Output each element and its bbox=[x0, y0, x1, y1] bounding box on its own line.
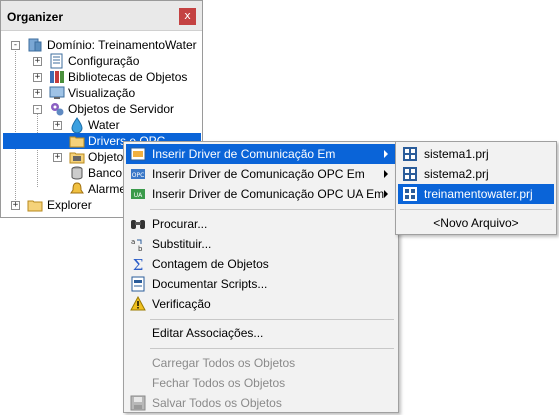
expand-toggle[interactable]: + bbox=[33, 89, 42, 98]
close-button[interactable]: x bbox=[179, 8, 196, 25]
expand-toggle[interactable]: + bbox=[33, 73, 42, 82]
tree-item-label: Visualização bbox=[68, 86, 136, 100]
opc-ua-icon: UA bbox=[131, 189, 145, 199]
project-icon bbox=[403, 167, 417, 181]
tree-item-label: Configuração bbox=[68, 54, 140, 68]
submenu-item-novo-arquivo[interactable]: <Novo Arquivo> bbox=[398, 213, 554, 233]
tree-item-water[interactable]: + Water bbox=[1, 117, 202, 133]
folder-icon bbox=[69, 136, 85, 148]
submenu-item-treinamentowater[interactable]: treinamentowater.prj bbox=[398, 184, 554, 204]
expand-toggle[interactable]: + bbox=[53, 153, 62, 162]
menu-separator bbox=[400, 209, 552, 210]
tree-item-label: Water bbox=[88, 118, 120, 132]
menu-item-label: Documentar Scripts... bbox=[152, 277, 268, 291]
svg-text:b: b bbox=[138, 245, 143, 252]
water-drop-icon bbox=[71, 117, 83, 133]
tree-item-label: Domínio: TreinamentoWater bbox=[47, 38, 197, 52]
context-menu: Inserir Driver de Comunicação Em OPC Ins… bbox=[123, 141, 399, 413]
expand-toggle[interactable]: + bbox=[11, 201, 20, 210]
menu-item-insert-driver-opc[interactable]: OPC Inserir Driver de Comunicação OPC Em bbox=[126, 164, 396, 184]
menu-separator bbox=[150, 348, 394, 349]
menu-item-fechar-todos: Fechar Todos os Objetos bbox=[126, 373, 396, 393]
menu-item-label: Fechar Todos os Objetos bbox=[152, 376, 286, 390]
tree-item-visualizacao[interactable]: + Visualização bbox=[1, 85, 202, 101]
save-icon bbox=[130, 395, 146, 411]
binoculars-icon bbox=[131, 220, 145, 229]
submenu-item-sistema1[interactable]: sistema1.prj bbox=[398, 144, 554, 164]
svg-text:Σ: Σ bbox=[133, 256, 144, 272]
menu-separator bbox=[150, 209, 394, 210]
domain-icon bbox=[28, 38, 42, 52]
display-icon bbox=[49, 86, 65, 99]
menu-item-label: Inserir Driver de Comunicação Em bbox=[152, 147, 336, 161]
menu-item-procurar[interactable]: Procurar... bbox=[126, 214, 396, 234]
opc-icon: OPC bbox=[131, 169, 145, 179]
gears-icon bbox=[51, 103, 64, 116]
menu-item-substituir[interactable]: ab Substituir... bbox=[126, 234, 396, 254]
project-submenu: sistema1.prj sistema2.prj treinamentowat… bbox=[395, 141, 557, 235]
submenu-item-sistema2[interactable]: sistema2.prj bbox=[398, 164, 554, 184]
menu-item-editar-associacoes[interactable]: Editar Associações... bbox=[126, 323, 396, 343]
collapse-toggle[interactable]: - bbox=[11, 41, 20, 50]
document-scripts-icon bbox=[131, 276, 145, 292]
submenu-arrow-icon bbox=[384, 170, 388, 178]
submenu-arrow-icon bbox=[384, 150, 388, 158]
collapse-toggle[interactable]: - bbox=[33, 105, 42, 114]
project-icon bbox=[403, 147, 417, 161]
tree-item-label: Explorer bbox=[47, 198, 92, 212]
project-icon bbox=[403, 187, 417, 201]
menu-item-label: Contagem de Objetos bbox=[152, 257, 269, 271]
database-folder-icon bbox=[69, 152, 85, 164]
warning-icon bbox=[130, 296, 146, 311]
svg-text:OPC: OPC bbox=[132, 172, 145, 179]
menu-item-insert-driver[interactable]: Inserir Driver de Comunicação Em bbox=[126, 144, 396, 164]
organizer-title-bar: Organizer x bbox=[1, 1, 202, 31]
tree-item-objetos-servidor[interactable]: - Objetos de Servidor bbox=[1, 101, 202, 117]
menu-item-carregar-todos: Carregar Todos os Objetos bbox=[126, 353, 396, 373]
submenu-item-label: sistema2.prj bbox=[424, 167, 489, 181]
menu-item-label: Verificação bbox=[152, 297, 211, 311]
expand-toggle[interactable]: + bbox=[53, 121, 62, 130]
tree-item-label: Objetos de Servidor bbox=[68, 102, 175, 116]
tree-item-bibliotecas[interactable]: + Bibliotecas de Objetos bbox=[1, 69, 202, 85]
tree-item-configuracao[interactable]: + Configuração bbox=[1, 53, 202, 69]
menu-item-label: Salvar Todos os Objetos bbox=[152, 396, 282, 410]
menu-item-label: Substituir... bbox=[152, 237, 212, 251]
svg-text:UA: UA bbox=[134, 192, 143, 199]
menu-item-documentar[interactable]: Documentar Scripts... bbox=[126, 274, 396, 294]
submenu-item-label: treinamentowater.prj bbox=[424, 187, 533, 201]
config-icon bbox=[50, 53, 63, 69]
submenu-item-label: <Novo Arquivo> bbox=[433, 216, 519, 230]
submenu-item-label: sistema1.prj bbox=[424, 147, 489, 161]
folder-icon bbox=[27, 200, 43, 212]
menu-item-label: Inserir Driver de Comunicação OPC UA Em bbox=[152, 187, 385, 201]
menu-item-label: Procurar... bbox=[152, 217, 208, 231]
driver-icon bbox=[130, 147, 146, 161]
menu-item-verificacao[interactable]: Verificação bbox=[126, 294, 396, 314]
submenu-arrow-icon bbox=[384, 190, 388, 198]
menu-item-salvar-todos: Salvar Todos os Objetos bbox=[126, 393, 396, 413]
database-icon bbox=[71, 166, 83, 180]
tree-item-dominio[interactable]: - Domínio: TreinamentoWater bbox=[1, 37, 202, 53]
menu-item-contagem[interactable]: Σ Contagem de Objetos bbox=[126, 254, 396, 274]
menu-item-label: Inserir Driver de Comunicação OPC Em bbox=[152, 167, 365, 181]
menu-item-insert-driver-opc-ua[interactable]: UA Inserir Driver de Comunicação OPC UA … bbox=[126, 184, 396, 204]
sigma-icon: Σ bbox=[133, 256, 144, 272]
menu-item-label: Editar Associações... bbox=[152, 326, 264, 340]
svg-text:a: a bbox=[131, 238, 135, 246]
replace-icon: ab bbox=[131, 238, 143, 252]
menu-item-label: Carregar Todos os Objetos bbox=[152, 356, 296, 370]
tree-item-label: Bibliotecas de Objetos bbox=[68, 70, 188, 84]
library-icon bbox=[50, 71, 64, 83]
alarm-icon bbox=[70, 182, 84, 194]
menu-separator bbox=[150, 319, 394, 320]
organizer-title: Organizer bbox=[7, 10, 64, 24]
expand-toggle[interactable]: + bbox=[33, 57, 42, 66]
